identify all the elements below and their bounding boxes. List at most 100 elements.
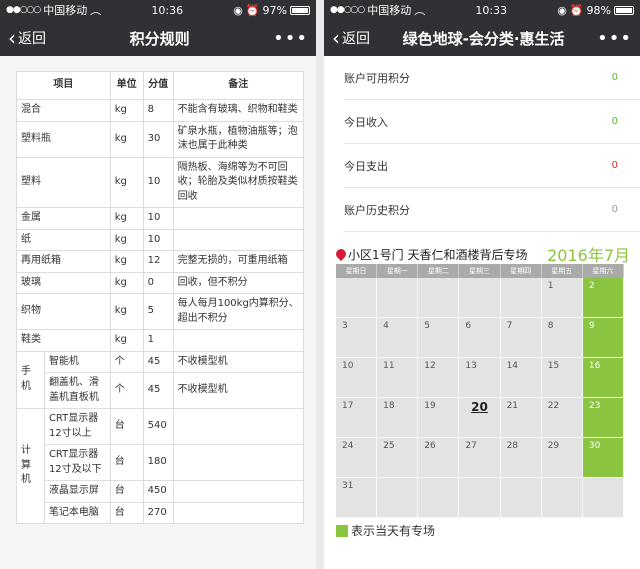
- cell-unit: kg: [109, 99, 144, 122]
- weekday-label: 星期日: [336, 264, 378, 278]
- status-bar: ●●○○○ 中国移动 ︵ 10:33 ◉ ⏰ 98%: [324, 0, 640, 20]
- account-row-available: 账户可用积分 0: [344, 56, 640, 100]
- cell-unit: kg: [109, 329, 144, 352]
- calendar-day-25[interactable]: 25: [377, 438, 419, 478]
- calendar-day-1[interactable]: 1: [541, 278, 583, 318]
- cell-unit: kg: [109, 250, 144, 273]
- cell-score: 270: [142, 501, 174, 524]
- calendar-day-8[interactable]: 8: [541, 318, 583, 358]
- weekday-label: 星期四: [500, 264, 542, 278]
- cell-note: 隔热板、海绵等为不可回收；轮胎及类似材质按鞋类回收: [172, 156, 305, 208]
- cell-unit: kg: [109, 156, 144, 208]
- right-screen: ●●○○○ 中国移动 ︵ 10:33 ◉ ⏰ 98% ‹ 返回 绿色地球-会分类…: [324, 0, 640, 569]
- location-address: 小区1号门 天香仁和酒楼背后专场: [333, 246, 528, 263]
- calendar-day-29[interactable]: 29: [541, 438, 583, 478]
- group-label-phone: 手机: [16, 350, 45, 409]
- more-menu-button[interactable]: •••: [597, 28, 632, 49]
- cell-score: 30: [142, 120, 174, 158]
- table-row: CRT显示器12寸及以下台 180: [17, 444, 305, 481]
- calendar-day-18[interactable]: 18: [377, 398, 419, 438]
- calendar-day-7[interactable]: 7: [500, 318, 542, 358]
- table-row: 塑料瓶 kg 30 矿泉水瓶，植物油瓶等；泡沫也属于此种类: [16, 120, 305, 158]
- cell-item: 混合: [16, 99, 111, 122]
- cell-item: 智能机: [43, 350, 111, 373]
- calendar-day-9[interactable]: 9: [582, 318, 624, 358]
- cell-unit: 台: [109, 501, 144, 524]
- cell-unit: kg: [109, 207, 144, 230]
- cell-score: 12: [142, 250, 174, 273]
- cell-item: CRT显示器12寸及以下: [43, 444, 111, 481]
- calendar-day-26[interactable]: 26: [418, 438, 460, 478]
- calendar-day-24[interactable]: 24: [336, 438, 378, 478]
- cell-item: 塑料: [16, 156, 111, 208]
- back-button[interactable]: ‹ 返回: [8, 28, 46, 48]
- cell-unit: kg: [109, 293, 144, 330]
- cell-note: 每人每月100kg内算积分、超出不积分: [172, 293, 305, 330]
- calendar-day-6[interactable]: 6: [459, 318, 501, 358]
- calendar-day-16[interactable]: 16: [582, 358, 624, 398]
- chevron-left-icon: ‹: [332, 26, 340, 50]
- calendar-day-21[interactable]: 21: [500, 398, 542, 438]
- table-header-row: 项目 单位 分值 备注: [16, 71, 305, 100]
- calendar-day-28[interactable]: 28: [500, 438, 542, 478]
- calendar-empty-cell: [377, 478, 419, 518]
- calendar-day-3[interactable]: 3: [336, 318, 378, 358]
- calendar-day-15[interactable]: 15: [541, 358, 583, 398]
- cell-score: 45: [142, 350, 174, 373]
- account-row-history: 账户历史积分 0: [344, 188, 640, 232]
- battery-percent: 97%: [262, 3, 287, 17]
- nav-bar: ‹ 返回 积分规则 •••: [0, 20, 316, 56]
- cell-note: [172, 480, 305, 503]
- calendar-day-10[interactable]: 10: [336, 358, 378, 398]
- cell-score: 0: [142, 271, 174, 294]
- calendar-day-14[interactable]: 14: [500, 358, 542, 398]
- alarm-icon: ⏰: [569, 3, 584, 17]
- weekday-label: 星期六: [582, 264, 624, 278]
- calendar-day-11[interactable]: 11: [377, 358, 419, 398]
- map-pin-icon: [333, 246, 349, 262]
- calendar-day-17[interactable]: 17: [336, 398, 378, 438]
- cell-score: 10: [142, 228, 174, 251]
- points-rules-table: 项目 单位 分值 备注 混合 kg 8 不能含有玻璃、织物和鞋类 塑料瓶 kg 30 矿泉水瓶…: [16, 71, 305, 524]
- back-label: 返回: [342, 31, 370, 47]
- calendar-day-23[interactable]: 23: [582, 398, 624, 438]
- alarm-icon: ⏰: [245, 3, 260, 17]
- table-row: 笔记本电脑台 270: [17, 501, 305, 524]
- cell-score: 450: [142, 480, 174, 503]
- carrier-label: 中国移动: [43, 4, 88, 17]
- calendar-day-22[interactable]: 22: [541, 398, 583, 438]
- calendar-empty-cell: [418, 278, 460, 318]
- cell-item: 液晶显示屏: [43, 480, 111, 503]
- lock-icon: ◉: [557, 3, 567, 17]
- calendar-day-19[interactable]: 19: [418, 398, 460, 438]
- calendar-day-12[interactable]: 12: [418, 358, 460, 398]
- account-label: 今日支出: [344, 159, 388, 173]
- cell-score: 540: [142, 408, 174, 445]
- weekday-label: 星期二: [418, 264, 460, 278]
- calendar-day-31[interactable]: 31: [336, 478, 378, 518]
- cell-score: 5: [142, 293, 174, 330]
- more-menu-button[interactable]: •••: [273, 28, 308, 49]
- account-value: 0: [611, 116, 618, 127]
- cell-score: 8: [142, 99, 174, 122]
- cell-score: 10: [142, 156, 174, 208]
- calendar-day-2[interactable]: 2: [582, 278, 624, 318]
- calendar-day-27[interactable]: 27: [459, 438, 501, 478]
- calendar-day-5[interactable]: 5: [418, 318, 460, 358]
- location-text: 小区1号门 天香仁和酒楼背后专场: [348, 247, 528, 262]
- calendar-day-20[interactable]: 20: [459, 398, 501, 438]
- weekday-label: 星期三: [459, 264, 501, 278]
- status-time: 10:36: [151, 3, 184, 17]
- back-button[interactable]: ‹ 返回: [332, 28, 370, 48]
- account-summary: 账户可用积分 0 今日收入 0 今日支出 0 账户历史积分 0: [324, 56, 640, 232]
- page-title: 绿色地球-会分类·惠生活: [402, 29, 565, 48]
- cell-item: 鞋类: [16, 329, 111, 352]
- calendar-day-30[interactable]: 30: [582, 438, 624, 478]
- table-row: 织物 kg 5 每人每月100kg内算积分、超出不积分: [16, 293, 305, 330]
- calendar-day-4[interactable]: 4: [377, 318, 419, 358]
- cell-unit: kg: [109, 271, 144, 294]
- calendar-day-13[interactable]: 13: [459, 358, 501, 398]
- cell-note: 不能含有玻璃、织物和鞋类: [172, 99, 305, 122]
- page-title: 积分规则: [129, 29, 190, 48]
- cell-note: [172, 408, 305, 445]
